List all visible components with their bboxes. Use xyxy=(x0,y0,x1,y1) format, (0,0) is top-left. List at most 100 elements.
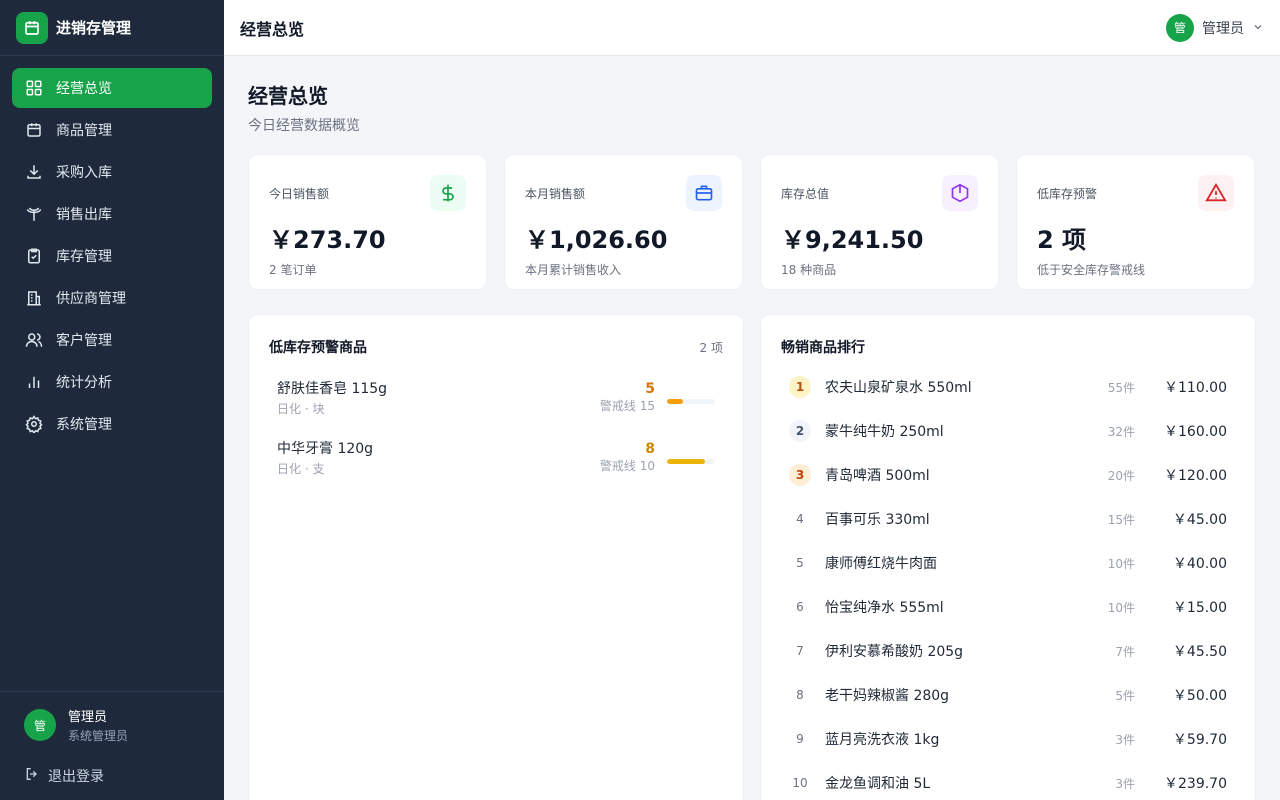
clipboard-check-icon xyxy=(24,246,44,266)
download-icon xyxy=(24,162,44,182)
sidebar-item-suppliers[interactable]: 供应商管理 xyxy=(12,278,212,318)
sidebar-item-customers[interactable]: 客户管理 xyxy=(12,320,212,360)
sidebar-item-sales[interactable]: 销售出库 xyxy=(12,194,212,234)
sidebar: 进销存管理 经营总览 商品管理 采购入库 销售出库 库存管理 供应商管理 客户管… xyxy=(0,0,224,800)
sidebar-nav: 经营总览 商品管理 采购入库 销售出库 库存管理 供应商管理 客户管理 统计分析… xyxy=(0,56,224,458)
stat-cards: 今日销售额 ￥273.70 2 笔订单 本月销售额 ￥1,026.60 本月累计… xyxy=(248,154,1256,290)
sales-amount: ￥45.50 xyxy=(1172,644,1227,660)
current-user: 管 管理员 系统管理员 xyxy=(0,692,224,744)
stat-note: 18 种商品 xyxy=(781,263,837,277)
stat-value: 2 项 xyxy=(1037,226,1087,254)
product-name: 舒肤佳香皂 115g xyxy=(277,380,388,397)
page-subtitle: 今日经营数据概览 xyxy=(248,118,360,134)
logout-icon xyxy=(24,766,40,786)
list-item[interactable]: 中华牙膏 120g 日化 · 支 8 警戒线 10 xyxy=(249,427,743,487)
sidebar-item-purchase[interactable]: 采购入库 xyxy=(12,152,212,192)
logout-label: 退出登录 xyxy=(48,769,104,785)
calendar-box-icon xyxy=(24,120,44,140)
sidebar-item-label: 销售出库 xyxy=(56,207,112,223)
stock-level-bar xyxy=(667,398,715,404)
sales-amount: ￥120.00 xyxy=(1164,468,1227,484)
avatar: 管 xyxy=(1166,13,1194,42)
logout-button[interactable]: 退出登录 xyxy=(0,744,224,786)
user-menu[interactable]: 管 管理员 xyxy=(1166,13,1264,42)
sold-qty: 55件 xyxy=(1107,380,1135,395)
gear-icon xyxy=(24,414,44,434)
table-row[interactable]: 8 老干妈辣椒酱 280g 5件 ￥50.00 xyxy=(761,673,1255,717)
hexagon-icon xyxy=(942,175,978,211)
page-title: 经营总览 xyxy=(248,84,328,108)
table-row[interactable]: 1 农夫山泉矿泉水 550ml 55件 ￥110.00 xyxy=(761,365,1255,409)
sidebar-item-label: 经营总览 xyxy=(56,81,112,97)
stock-level-bar xyxy=(667,458,715,464)
sidebar-item-label: 库存管理 xyxy=(56,249,112,265)
table-row[interactable]: 6 怡宝纯净水 555ml 10件 ￥15.00 xyxy=(761,585,1255,629)
stat-note: 2 笔订单 xyxy=(269,263,317,277)
user-role: 系统管理员 xyxy=(68,729,129,743)
sales-amount: ￥110.00 xyxy=(1164,380,1227,396)
product-name: 金龙鱼调和油 5L xyxy=(825,776,931,792)
product-name: 康师傅红烧牛肉面 xyxy=(825,556,937,572)
table-row[interactable]: 2 蒙牛纯牛奶 250ml 32件 ￥160.00 xyxy=(761,409,1255,453)
sidebar-item-label: 商品管理 xyxy=(56,123,112,139)
sold-qty: 32件 xyxy=(1107,424,1135,439)
stat-card-inventory-value: 库存总值 ￥9,241.50 18 种商品 xyxy=(760,154,999,290)
low-stock-panel: 低库存预警商品 2 项 舒肤佳香皂 115g 日化 · 块 5 警戒线 15 中… xyxy=(248,314,744,800)
product-name: 伊利安慕希酸奶 205g xyxy=(825,644,964,660)
product-name: 老干妈辣椒酱 280g xyxy=(825,688,950,704)
table-row[interactable]: 4 百事可乐 330ml 15件 ￥45.00 xyxy=(761,497,1255,541)
stat-note: 本月累计销售收入 xyxy=(525,263,622,277)
rank-badge: 2 xyxy=(789,420,811,442)
sold-qty: 7件 xyxy=(1115,644,1135,659)
product-name: 农夫山泉矿泉水 550ml xyxy=(825,380,972,396)
users-icon xyxy=(24,330,44,350)
stat-note: 低于安全库存警戒线 xyxy=(1037,263,1146,277)
stock-level-fill xyxy=(667,458,706,464)
product-name: 蒙牛纯牛奶 250ml xyxy=(825,424,944,440)
sales-amount: ￥160.00 xyxy=(1164,424,1227,440)
sidebar-item-inventory[interactable]: 库存管理 xyxy=(12,236,212,276)
brand: 进销存管理 xyxy=(0,0,224,56)
stock-threshold: 警戒线 10 xyxy=(599,458,655,473)
rank-badge: 7 xyxy=(796,644,804,658)
top-header: 经营总览 管 管理员 xyxy=(224,0,1280,56)
product-name: 怡宝纯净水 555ml xyxy=(825,600,944,616)
stat-card-month-sales: 本月销售额 ￥1,026.60 本月累计销售收入 xyxy=(504,154,743,290)
sidebar-item-statistics[interactable]: 统计分析 xyxy=(12,362,212,402)
stock-level-fill xyxy=(667,398,683,404)
product-name: 百事可乐 330ml xyxy=(825,512,930,528)
rank-badge: 9 xyxy=(796,732,804,746)
list-item[interactable]: 舒肤佳香皂 115g 日化 · 块 5 警戒线 15 xyxy=(249,367,743,427)
table-row[interactable]: 3 青岛啤酒 500ml 20件 ￥120.00 xyxy=(761,453,1255,497)
product-name: 青岛啤酒 500ml xyxy=(825,468,930,484)
sidebar-item-label: 采购入库 xyxy=(56,165,112,181)
sold-qty: 5件 xyxy=(1115,688,1135,703)
chevron-down-icon xyxy=(1252,18,1264,37)
low-stock-count: 2 项 xyxy=(699,340,723,355)
product-name: 中华牙膏 120g xyxy=(277,440,374,457)
stat-value: ￥273.70 xyxy=(269,226,386,254)
user-name: 管理员 xyxy=(68,710,108,725)
sidebar-item-products[interactable]: 商品管理 xyxy=(12,110,212,150)
sidebar-item-dashboard[interactable]: 经营总览 xyxy=(12,68,212,108)
avatar: 管 xyxy=(24,709,56,741)
table-row[interactable]: 9 蓝月亮洗衣液 1kg 3件 ￥59.70 xyxy=(761,717,1255,761)
stat-value: ￥9,241.50 xyxy=(781,226,924,254)
product-name: 蓝月亮洗衣液 1kg xyxy=(825,732,940,748)
panel-title: 畅销商品排行 xyxy=(781,340,865,356)
sold-qty: 10件 xyxy=(1107,556,1135,571)
table-row[interactable]: 5 康师傅红烧牛肉面 10件 ￥40.00 xyxy=(761,541,1255,585)
stat-value: ￥1,026.60 xyxy=(525,226,668,254)
stat-card-low-stock: 低库存预警 2 项 低于安全库存警戒线 xyxy=(1016,154,1255,290)
sales-amount: ￥45.00 xyxy=(1172,512,1227,528)
table-row[interactable]: 7 伊利安慕希酸奶 205g 7件 ￥45.50 xyxy=(761,629,1255,673)
product-category: 日化 · 支 xyxy=(277,461,325,476)
sidebar-item-system[interactable]: 系统管理 xyxy=(12,404,212,444)
app-title: 进销存管理 xyxy=(56,19,132,37)
header-title: 经营总览 xyxy=(240,19,305,39)
sales-amount: ￥50.00 xyxy=(1172,688,1227,704)
app-logo-icon xyxy=(16,11,48,44)
sales-amount: ￥239.70 xyxy=(1164,776,1227,792)
table-row[interactable]: 10 金龙鱼调和油 5L 3件 ￥239.70 xyxy=(761,761,1255,800)
ranking-list: 1 农夫山泉矿泉水 550ml 55件 ￥110.00 2 蒙牛纯牛奶 250ml 32件 ￥… xyxy=(761,365,1255,800)
